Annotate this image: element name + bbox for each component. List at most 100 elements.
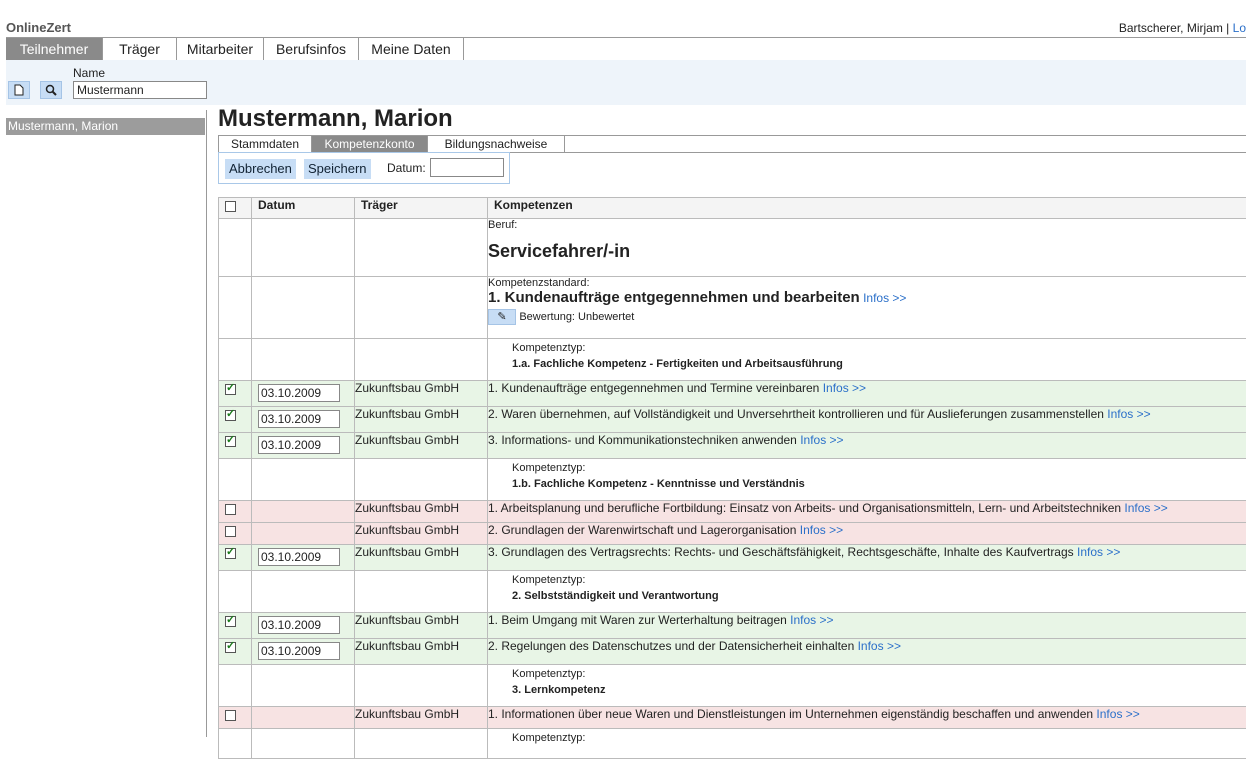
table-header: Datum Träger Kompetenzen [219,198,1246,219]
info-link[interactable]: Infos >> [800,433,843,447]
tab-stammdaten[interactable]: Stammdaten [218,136,312,152]
info-link[interactable]: Infos >> [863,291,906,305]
kompetenz-text: 1. Arbeitsplanung und berufliche Fortbil… [488,501,1121,515]
empty-cell [355,665,488,707]
row-date-input[interactable]: 03.10.2009 [258,410,340,428]
tab-berufsinfos[interactable]: Berufsinfos [264,38,359,60]
empty-cell [355,459,488,501]
traeger-cell: Zukunftsbau GmbH [355,501,488,523]
search-button[interactable] [40,81,62,99]
date-cell: 03.10.2009 [252,639,355,665]
kompetenz-cell: 2. Grundlagen der Warenwirtschaft und La… [488,523,1246,545]
typ-cell: Kompetenztyp:3. Lernkompetenz [488,665,1246,707]
beruf-label: Beruf: [488,219,1246,231]
typ-label: Kompetenztyp: [512,732,1246,744]
date-cell: 03.10.2009 [252,613,355,639]
checkbox-cell [219,407,252,433]
result-item[interactable]: Mustermann, Marion [6,118,205,135]
beruf-title: Servicefahrer/-in [488,241,1246,262]
date-cell: 03.10.2009 [252,433,355,459]
row-checkbox[interactable] [225,642,236,653]
date-cell: 03.10.2009 [252,407,355,433]
row-checkbox[interactable] [225,504,236,515]
empty-cell [355,571,488,613]
row-checkbox[interactable] [225,616,236,627]
table-row: 03.10.2009Zukunftsbau GmbH1. Kundenauftr… [219,381,1246,407]
row-checkbox[interactable] [225,526,236,537]
info-link[interactable]: Infos >> [790,613,833,627]
standard-row: Kompetenzstandard: 1. Kundenaufträge ent… [219,277,1246,339]
select-all-checkbox[interactable] [225,201,236,212]
kompetenz-cell: 1. Beim Umgang mit Waren zur Werterhaltu… [488,613,1246,639]
new-document-button[interactable] [8,81,30,99]
table-row: 03.10.2009 Zukunftsbau GmbH1. Beim Umgang… [219,613,1246,639]
tab-kompetenzkonto[interactable]: Kompetenzkonto [312,136,428,152]
typ-label: Kompetenztyp: [512,574,1246,586]
name-label: Name [73,66,105,80]
page-title: Mustermann, Marion [218,105,453,133]
empty-cell [252,459,355,501]
checkbox-cell [219,613,252,639]
row-date-input[interactable]: 03.10.2009 [258,616,340,634]
row-checkbox[interactable] [225,548,236,559]
row-checkbox[interactable] [225,410,236,421]
save-button[interactable]: Speichern [304,159,371,179]
empty-cell [355,339,488,381]
typ-row: Kompetenztyp:1.b. Fachliche Kompetenz - … [219,459,1246,501]
tab-mitarbeiter[interactable]: Mitarbeiter [177,38,264,60]
row-date-input[interactable]: 03.10.2009 [258,548,340,566]
table-row: Zukunftsbau GmbH2. Grundlagen der Warenw… [219,523,1246,545]
info-link[interactable]: Infos >> [1124,501,1167,515]
info-link[interactable]: Infos >> [1107,407,1150,421]
row-date-input[interactable]: 03.10.2009 [258,436,340,454]
cancel-button[interactable]: Abbrechen [225,159,296,179]
edit-rating-button[interactable]: ✎ [488,309,516,325]
col-traeger: Träger [355,198,488,219]
tab-meine-daten[interactable]: Meine Daten [359,38,464,60]
logout-link[interactable]: Lo [1233,21,1246,35]
tab-teilnehmer[interactable]: Teilnehmer [6,38,103,60]
empty-cell [355,729,488,759]
traeger-cell: Zukunftsbau GmbH [355,613,488,639]
row-date-input[interactable]: 03.10.2009 [258,642,340,660]
info-link[interactable]: Infos >> [1077,545,1120,559]
typ-cell: Kompetenztyp:2. Selbstständigkeit und Ve… [488,571,1246,613]
typ-row: Kompetenztyp:3. Lernkompetenz [219,665,1246,707]
typ-row: Kompetenztyp:1.a. Fachliche Kompetenz - … [219,339,1246,381]
row-checkbox[interactable] [225,384,236,395]
user-bar: Bartscherer, Mirjam | Lo [1119,21,1246,35]
typ-label: Kompetenztyp: [512,462,1246,474]
row-date-input[interactable]: 03.10.2009 [258,384,340,402]
checkbox-cell [219,381,252,407]
info-link[interactable]: Infos >> [800,523,843,537]
kompetenz-cell: 1. Kundenaufträge entgegennehmen und Ter… [488,381,1246,407]
table-row: 03.10.2009Zukunftsbau GmbH3. Grundlagen … [219,545,1246,571]
table-row: Zukunftsbau GmbH1. Arbeitsplanung und be… [219,501,1246,523]
typ-title: 1.a. Fachliche Kompetenz - Fertigkeiten … [512,358,1246,370]
kompetenz-text: 2. Regelungen des Datenschutzes und der … [488,639,854,653]
checkbox-cell [219,523,252,545]
date-input[interactable] [430,158,504,177]
info-link[interactable]: Infos >> [1096,707,1139,721]
kompetenz-text: 3. Informations- und Kommunikationstechn… [488,433,797,447]
typ-row: Kompetenztyp: [219,729,1246,759]
standard-label: Kompetenzstandard: [488,277,1246,289]
sub-tabs: Stammdaten Kompetenzkonto Bildungsnachwe… [218,135,1246,153]
tab-traeger[interactable]: Träger [103,38,177,60]
col-datum: Datum [252,198,355,219]
tab-bildungsnachweise[interactable]: Bildungsnachweise [428,136,565,152]
name-input[interactable]: Mustermann [73,81,207,99]
empty-cell [252,729,355,759]
checkbox-cell [219,433,252,459]
rating-status: Bewertung: Unbewertet [519,311,634,323]
traeger-cell: Zukunftsbau GmbH [355,639,488,665]
row-checkbox[interactable] [225,436,236,447]
typ-title: 3. Lernkompetenz [512,684,1246,696]
row-checkbox[interactable] [225,710,236,721]
kompetenz-text: 2. Grundlagen der Warenwirtschaft und La… [488,523,796,537]
date-cell [252,523,355,545]
typ-cell: Kompetenztyp: [488,729,1246,759]
info-link[interactable]: Infos >> [858,639,901,653]
info-link[interactable]: Infos >> [823,381,866,395]
col-kompetenzen: Kompetenzen [488,198,1246,219]
